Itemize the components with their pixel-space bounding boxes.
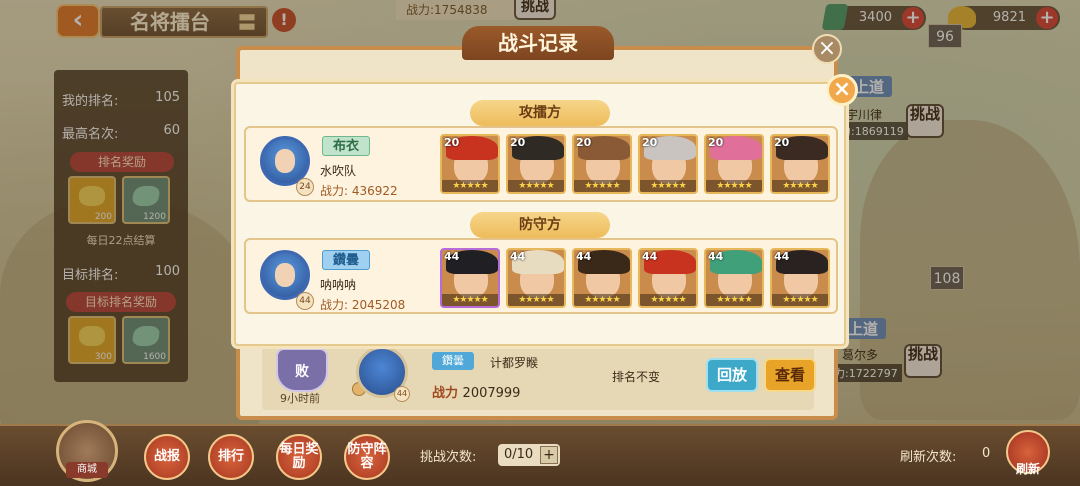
hero-stars: ★★★★★ — [706, 294, 762, 306]
hero-stars: ★★★★★ — [706, 180, 762, 192]
power-value: 2007999 — [462, 386, 521, 401]
result-badge: 败 — [276, 348, 328, 392]
record-close-button[interactable]: × — [812, 34, 842, 64]
hero-card[interactable]: 44 ★★★★★ — [770, 248, 830, 308]
opponent-name: 计都罗睺 — [490, 356, 539, 370]
hero-card[interactable]: 20 ★★★★★ — [770, 134, 830, 194]
attacker-vip-tag: 布衣 — [322, 136, 370, 156]
hero-level: 44 — [774, 250, 790, 263]
hero-card[interactable]: 44 ★★★★★ — [704, 248, 764, 308]
hero-card[interactable]: 20 ★★★★★ — [440, 134, 500, 194]
daily-reward-button[interactable]: 每日奖励 — [276, 434, 322, 480]
replay-button[interactable]: 回放 — [706, 358, 758, 392]
attacker-level-badge: 24 — [296, 178, 314, 196]
hero-card[interactable]: 44 ★★★★★ — [638, 248, 698, 308]
rank-change: 排名不变 — [612, 370, 661, 384]
defender-vip-tag: 鑽曇 — [322, 250, 370, 270]
power-label: 战力 — [432, 386, 459, 401]
hero-level: 20 — [708, 136, 724, 149]
defender-label: 防守方 — [470, 212, 610, 238]
attacker-label: 攻擂方 — [470, 100, 610, 126]
hero-level: 44 — [708, 250, 724, 263]
battle-record-title: 战斗记录 — [462, 26, 614, 60]
ranking-button[interactable]: 排行 — [208, 434, 254, 480]
attacker-name: 水吹队 — [320, 164, 357, 178]
add-challenge-button[interactable]: + — [540, 446, 558, 464]
hero-level: 44 — [642, 250, 658, 263]
hero-stars: ★★★★★ — [640, 180, 696, 192]
hero-level: 20 — [444, 136, 460, 149]
attacker-power: 战力: 436922 — [320, 184, 398, 198]
hero-stars: ★★★★★ — [772, 180, 828, 192]
hero-level: 20 — [642, 136, 658, 149]
hero-stars: ★★★★★ — [574, 180, 630, 192]
hero-card[interactable]: 20 ★★★★★ — [704, 134, 764, 194]
hero-stars: ★★★★★ — [574, 294, 630, 306]
hero-stars: ★★★★★ — [442, 294, 498, 306]
hero-card[interactable]: 20 ★★★★★ — [638, 134, 698, 194]
hero-card[interactable]: 20 ★★★★★ — [506, 134, 566, 194]
hero-stars: ★★★★★ — [640, 294, 696, 306]
hero-stars: ★★★★★ — [508, 294, 564, 306]
defender-level-badge: 44 — [296, 292, 314, 310]
refresh-count: 0 — [982, 446, 991, 461]
hero-stars: ★★★★★ — [442, 180, 498, 192]
hero-card[interactable]: 44 ★★★★★ — [572, 248, 632, 308]
hero-stars: ★★★★★ — [772, 294, 828, 306]
refresh-count-label: 刷新次数: — [900, 450, 957, 465]
opponent-level-badge: 44 — [394, 386, 410, 402]
hero-level: 44 — [444, 250, 460, 263]
hero-card[interactable]: 20 ★★★★★ — [572, 134, 632, 194]
hero-level: 20 — [510, 136, 526, 149]
hero-stars: ★★★★★ — [508, 180, 564, 192]
hero-level: 44 — [510, 250, 526, 263]
defender-power: 战力: 2045208 — [320, 298, 406, 312]
challenge-count-label: 挑战次数: — [420, 450, 477, 465]
hero-level: 20 — [576, 136, 592, 149]
popup-close-button[interactable]: × — [826, 74, 858, 106]
opponent-vip-tag: 鑽曇 — [432, 352, 474, 370]
defense-lineup-button[interactable]: 防守阵容 — [344, 434, 390, 480]
hero-card[interactable]: 44 ★★★★★ — [440, 248, 500, 308]
refresh-label: 刷新 — [1015, 462, 1040, 476]
record-time: 9小时前 — [280, 392, 320, 405]
opponent-power: 战力 2007999 — [432, 382, 520, 401]
view-button[interactable]: 查看 — [764, 358, 816, 392]
hero-level: 44 — [576, 250, 592, 263]
defender-name: 呐呐呐 — [320, 278, 357, 292]
shop-label: 商城 — [66, 462, 108, 478]
battle-report-button[interactable]: 战报 — [144, 434, 190, 480]
hero-card[interactable]: 44 ★★★★★ — [506, 248, 566, 308]
hero-level: 20 — [774, 136, 790, 149]
